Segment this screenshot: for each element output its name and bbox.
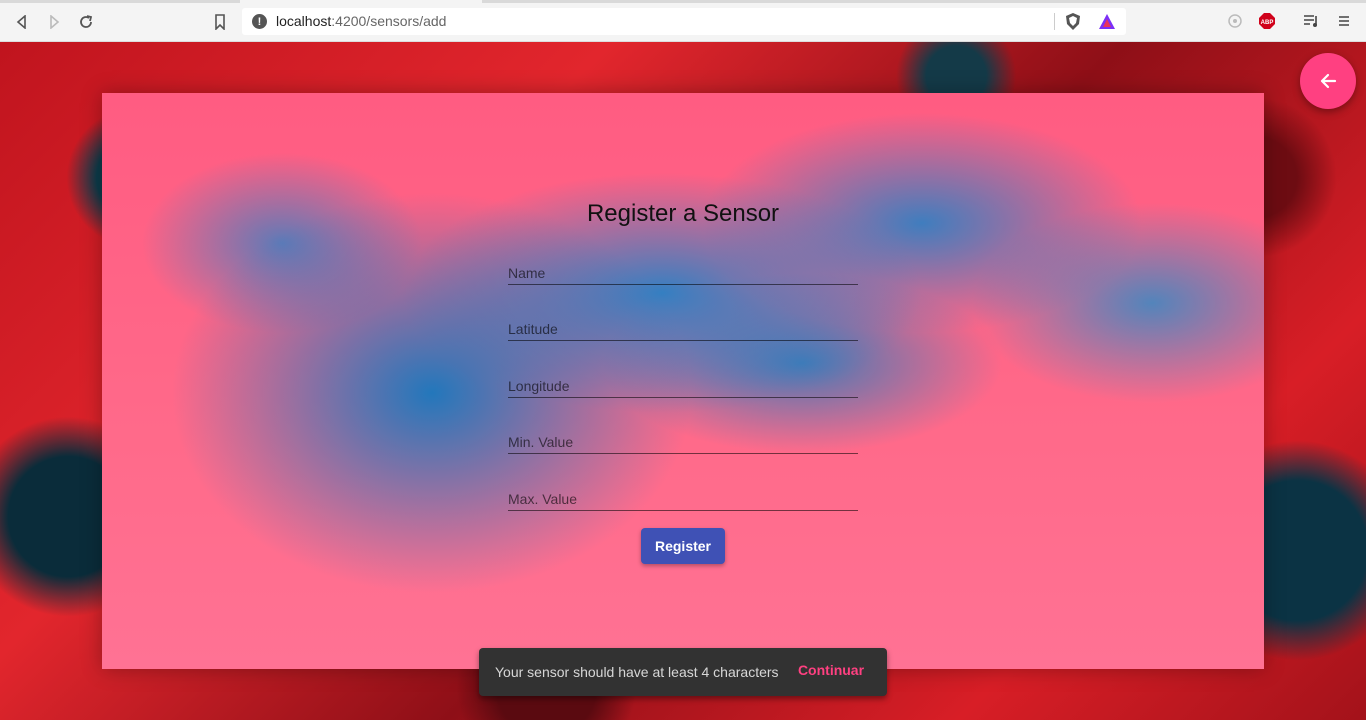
max-value-input[interactable]: [508, 481, 858, 510]
brave-shield-icon[interactable]: [1064, 12, 1082, 31]
menu-icon[interactable]: [1335, 12, 1353, 30]
reading-list-icon[interactable]: [1302, 12, 1320, 30]
arrow-left-icon: [1320, 73, 1337, 89]
url-path: :4200/sensors/add: [331, 13, 447, 29]
longitude-input[interactable]: [508, 368, 858, 397]
min-value-input[interactable]: [508, 424, 858, 453]
site-info-icon[interactable]: !: [252, 14, 267, 29]
name-input[interactable]: [508, 255, 858, 284]
longitude-field[interactable]: [508, 368, 858, 398]
svg-text:ABP: ABP: [1261, 20, 1274, 26]
back-icon[interactable]: [12, 12, 32, 32]
tab-strip: [0, 0, 1366, 3]
max-value-field[interactable]: [508, 481, 858, 511]
adblock-icon[interactable]: ABP: [1258, 12, 1276, 30]
page-title: Register a Sensor: [586, 200, 780, 227]
url-text[interactable]: localhost:4200/sensors/add: [276, 13, 446, 29]
url-host: localhost: [276, 13, 332, 29]
active-tab[interactable]: [240, 0, 482, 3]
snackbar-action-button[interactable]: Continuar: [791, 662, 871, 682]
back-fab-button[interactable]: [1300, 53, 1356, 109]
browser-toolbar: ! localhost:4200/sensors/add ABP: [0, 0, 1366, 42]
extension-icon[interactable]: [1226, 12, 1244, 30]
divider: [1054, 13, 1055, 30]
min-value-field[interactable]: [508, 424, 858, 454]
name-field[interactable]: [508, 255, 858, 285]
snackbar: Your sensor should have at least 4 chara…: [479, 648, 887, 696]
address-bar[interactable]: ! localhost:4200/sensors/add: [242, 8, 1126, 35]
forward-icon[interactable]: [44, 12, 64, 32]
latitude-field[interactable]: [508, 311, 858, 341]
rewards-icon[interactable]: [1098, 13, 1116, 30]
snackbar-message: Your sensor should have at least 4 chara…: [495, 664, 779, 680]
bookmark-icon[interactable]: [210, 12, 230, 32]
latitude-input[interactable]: [508, 311, 858, 340]
register-button[interactable]: Register: [641, 528, 725, 564]
reload-icon[interactable]: [76, 12, 96, 32]
